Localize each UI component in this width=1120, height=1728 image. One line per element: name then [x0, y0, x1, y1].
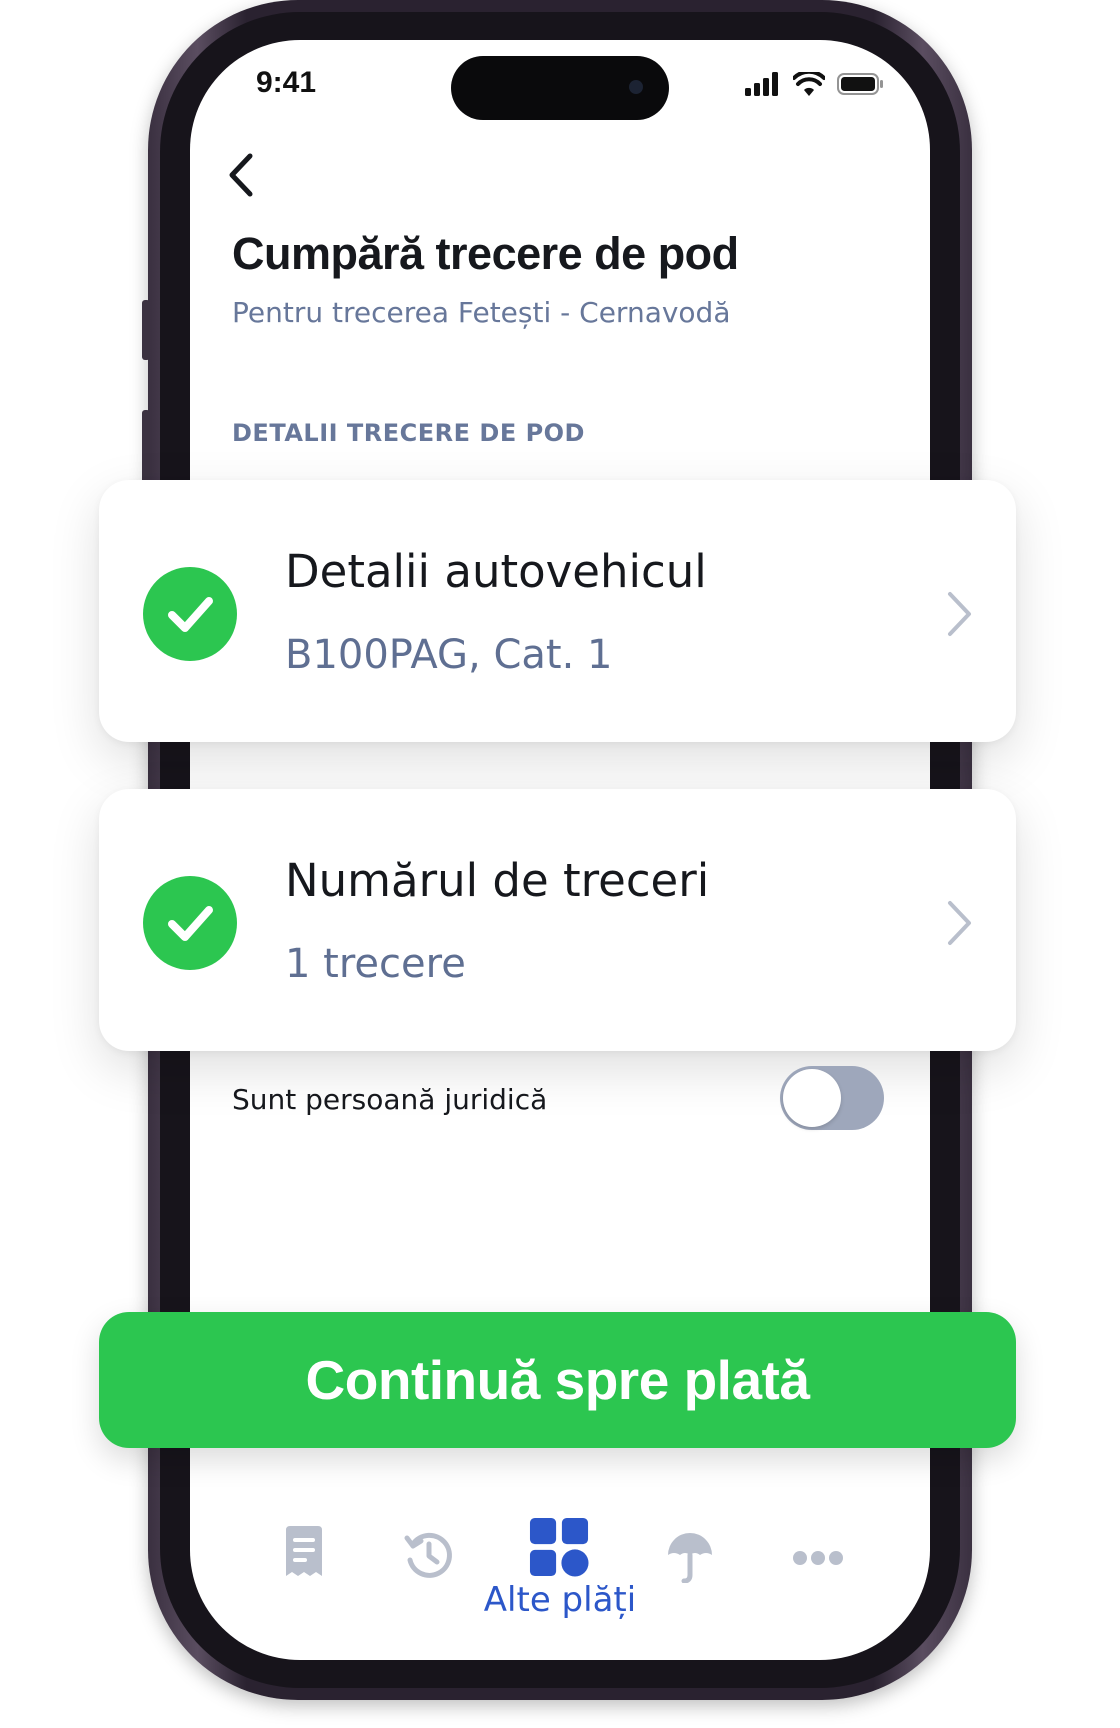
- cellular-signal-icon: [745, 72, 781, 100]
- legal-entity-label: Sunt persoană juridică: [232, 1083, 548, 1116]
- card-title: Numărul de treceri: [285, 854, 710, 907]
- chevron-right-icon: [948, 592, 971, 636]
- tab-insurance[interactable]: [660, 1527, 720, 1587]
- vehicle-details-card[interactable]: Detalii autovehicul B100PAG, Cat. 1: [99, 480, 1016, 742]
- tab-other-payments[interactable]: [529, 1517, 589, 1577]
- chevron-right-icon: [948, 901, 971, 945]
- side-button: [142, 300, 150, 360]
- number-of-crossings-card[interactable]: Numărul de treceri 1 trecere: [99, 789, 1016, 1051]
- continue-to-payment-button[interactable]: Continuă spre plată: [99, 1312, 1016, 1448]
- grid-icon: [529, 1517, 589, 1577]
- card-value: 1 trecere: [285, 941, 466, 987]
- battery-icon: [837, 72, 885, 100]
- back-button[interactable]: [222, 150, 262, 200]
- chevron-left-icon: [229, 153, 253, 197]
- umbrella-icon: [668, 1533, 712, 1583]
- wifi-icon: [792, 69, 826, 100]
- tab-receipts[interactable]: [274, 1522, 334, 1582]
- tab-history[interactable]: [399, 1525, 459, 1585]
- receipt-icon: [286, 1526, 322, 1576]
- check-circle-icon: [143, 567, 237, 661]
- tab-more[interactable]: [788, 1528, 848, 1588]
- page-subtitle: Pentru trecerea Fetești - Cernavodă: [232, 296, 731, 329]
- dynamic-island: [451, 56, 669, 120]
- status-icons: [745, 69, 885, 100]
- card-value: B100PAG, Cat. 1: [285, 632, 613, 678]
- history-icon: [404, 1532, 452, 1578]
- legal-entity-toggle[interactable]: [780, 1066, 884, 1130]
- check-circle-icon: [143, 876, 237, 970]
- toggle-knob: [783, 1069, 841, 1127]
- tab-other-payments-label: Alte plăți: [483, 1580, 637, 1620]
- more-icon: [793, 1551, 843, 1565]
- status-time: 9:41: [256, 66, 317, 99]
- camera-icon: [629, 80, 643, 94]
- page-title: Cumpără trecere de pod: [232, 228, 739, 279]
- card-title: Detalii autovehicul: [285, 545, 707, 598]
- section-label: DETALII TRECERE DE POD: [232, 419, 585, 447]
